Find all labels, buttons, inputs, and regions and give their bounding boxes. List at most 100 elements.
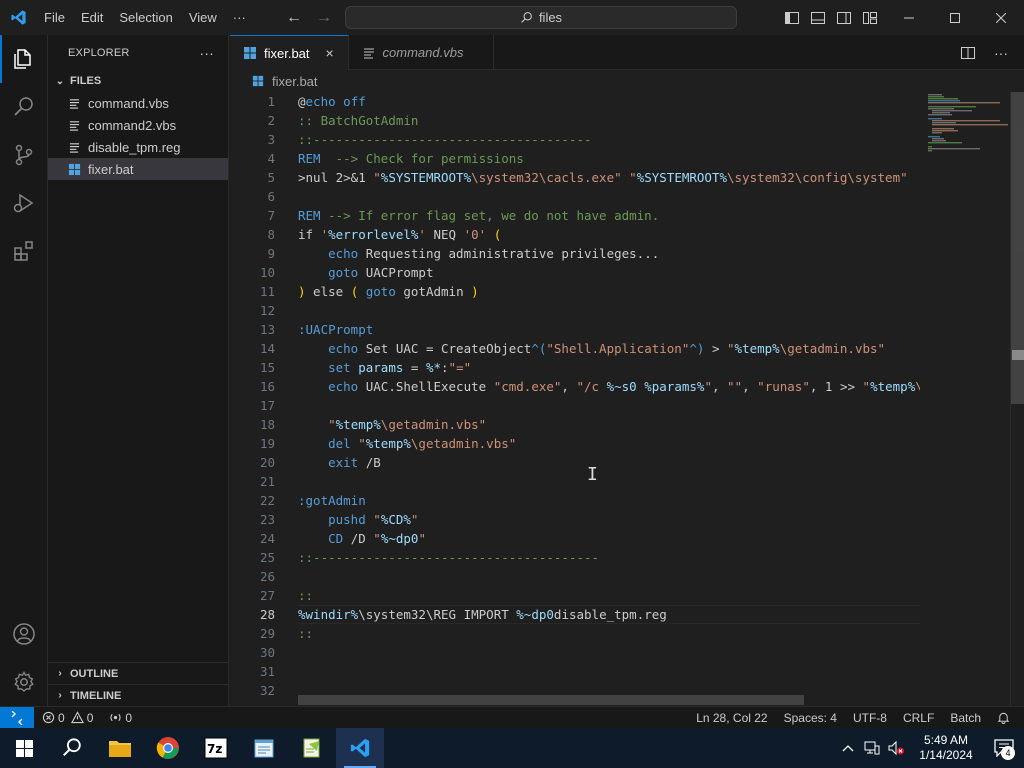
more-actions-icon[interactable]: ··· bbox=[994, 45, 1008, 61]
indentation[interactable]: Spaces: 4 bbox=[776, 711, 845, 725]
close-window-button[interactable] bbox=[978, 0, 1024, 35]
customize-layout-icon[interactable] bbox=[862, 10, 878, 26]
network-icon[interactable] bbox=[860, 728, 884, 768]
menu-selection[interactable]: Selection bbox=[111, 0, 180, 35]
code-line[interactable] bbox=[298, 662, 920, 681]
taskbar-search-button[interactable] bbox=[48, 728, 96, 768]
toggle-primary-sidebar-icon[interactable] bbox=[784, 10, 800, 26]
code-line[interactable]: REM --> If error flag set, we do not hav… bbox=[298, 206, 920, 225]
ports-icon bbox=[110, 713, 121, 722]
remote-indicator[interactable] bbox=[0, 706, 34, 729]
forward-arrow-icon[interactable]: → bbox=[316, 9, 332, 27]
horizontal-scrollbar-thumb[interactable] bbox=[298, 695, 804, 705]
tab-command-vbs[interactable]: command.vbs bbox=[349, 35, 495, 70]
code-line[interactable]: ::------------------------------------- bbox=[298, 130, 920, 149]
code-line[interactable] bbox=[298, 301, 920, 320]
close-tab-icon[interactable]: × bbox=[322, 45, 338, 61]
code-line[interactable]: >nul 2>&1 "%SYSTEMROOT%\system32\cacls.e… bbox=[298, 168, 920, 187]
code-line[interactable]: REM --> Check for permissions bbox=[298, 149, 920, 168]
outline-section-header[interactable]: › OUTLINE bbox=[48, 662, 228, 684]
search-activity[interactable] bbox=[0, 83, 48, 131]
vscode-taskbar[interactable] bbox=[336, 728, 384, 768]
ports-status[interactable]: 0 bbox=[101, 711, 140, 725]
chrome-taskbar[interactable] bbox=[144, 728, 192, 768]
minimize-button[interactable] bbox=[886, 0, 932, 35]
split-editor-icon[interactable] bbox=[960, 45, 976, 61]
code-line[interactable]: %windir%\system32\REG IMPORT %~dp0disabl… bbox=[298, 605, 920, 624]
code-line[interactable] bbox=[298, 472, 920, 491]
encoding[interactable]: UTF-8 bbox=[845, 711, 895, 725]
horizontal-scrollbar[interactable] bbox=[298, 695, 1010, 705]
action-center-button[interactable]: 4 bbox=[984, 728, 1024, 768]
code-line[interactable]: :: bbox=[298, 624, 920, 643]
code-line[interactable] bbox=[298, 396, 920, 415]
command-center-search[interactable]: files bbox=[345, 6, 737, 29]
code-line[interactable]: if '%errorlevel%' NEQ '0' ( bbox=[298, 225, 920, 244]
explorer-activity[interactable] bbox=[0, 35, 48, 83]
code-line[interactable]: :UACPrompt bbox=[298, 320, 920, 339]
file-item[interactable]: command2.vbs bbox=[48, 114, 228, 136]
show-hidden-icons-chevron-up-icon[interactable] bbox=[836, 728, 860, 768]
breadcrumb-file[interactable]: fixer.bat bbox=[272, 74, 318, 89]
menu-view[interactable]: View bbox=[181, 0, 225, 35]
code-line[interactable]: echo Requesting administrative privilege… bbox=[298, 244, 920, 263]
file-item[interactable]: command.vbs bbox=[48, 92, 228, 114]
line-ending[interactable]: CRLF bbox=[895, 711, 942, 725]
menu-edit[interactable]: Edit bbox=[73, 0, 111, 35]
notepadpp-taskbar[interactable] bbox=[288, 728, 336, 768]
start-button[interactable] bbox=[0, 728, 48, 768]
tab-fixer-bat[interactable]: fixer.bat × bbox=[230, 35, 349, 70]
code-line[interactable]: del "%temp%\getadmin.vbs" bbox=[298, 434, 920, 453]
code-line[interactable]: :: BatchGotAdmin bbox=[298, 111, 920, 130]
files-section-header[interactable]: ⌄ FILES bbox=[48, 70, 228, 92]
minimap[interactable] bbox=[920, 92, 1010, 706]
system-clock[interactable]: 5:49 AM 1/14/2024 bbox=[908, 733, 984, 763]
line-number: 30 bbox=[259, 645, 275, 660]
toggle-secondary-sidebar-icon[interactable] bbox=[836, 10, 852, 26]
accounts-activity[interactable] bbox=[0, 610, 48, 658]
code-line[interactable]: CD /D "%~dp0" bbox=[298, 529, 920, 548]
close-icon bbox=[996, 12, 1006, 23]
code-line[interactable]: set params = %*:"=" bbox=[298, 358, 920, 377]
code-token: echo bbox=[328, 246, 359, 261]
code-line[interactable]: :: bbox=[298, 586, 920, 605]
maximize-button[interactable] bbox=[932, 0, 978, 35]
extensions-activity[interactable] bbox=[0, 227, 48, 275]
menu-more[interactable]: ··· bbox=[225, 0, 254, 35]
timeline-section-header[interactable]: › TIMELINE bbox=[48, 684, 228, 706]
code-line[interactable]: echo UAC.ShellExecute "cmd.exe", "/c %~s… bbox=[298, 377, 920, 396]
file-item[interactable]: disable_tpm.reg bbox=[48, 136, 228, 158]
code-area[interactable]: @echo off:: BatchGotAdmin::-------------… bbox=[298, 92, 920, 706]
vertical-scrollbar[interactable] bbox=[1010, 92, 1024, 706]
language-mode[interactable]: Batch bbox=[942, 711, 989, 725]
toggle-panel-icon[interactable] bbox=[810, 10, 826, 26]
file-explorer-taskbar[interactable] bbox=[96, 728, 144, 768]
code-line[interactable]: exit /B bbox=[298, 453, 920, 472]
code-line[interactable] bbox=[298, 643, 920, 662]
notepad-taskbar[interactable] bbox=[240, 728, 288, 768]
reg-file-icon bbox=[66, 139, 82, 155]
code-line[interactable] bbox=[298, 187, 920, 206]
file-item[interactable]: fixer.bat bbox=[48, 158, 228, 180]
volume-muted-icon[interactable] bbox=[884, 728, 908, 768]
cursor-position[interactable]: Ln 28, Col 22 bbox=[688, 711, 775, 725]
code-line[interactable]: ) else ( goto gotAdmin ) bbox=[298, 282, 920, 301]
run-debug-activity[interactable] bbox=[0, 179, 48, 227]
code-line[interactable]: echo Set UAC = CreateObject^("Shell.Appl… bbox=[298, 339, 920, 358]
problems-status[interactable]: 0 0 bbox=[34, 711, 101, 725]
code-line[interactable]: :gotAdmin bbox=[298, 491, 920, 510]
menu-file[interactable]: File bbox=[36, 0, 73, 35]
code-line[interactable]: @echo off bbox=[298, 92, 920, 111]
code-line[interactable]: "%temp%\getadmin.vbs" bbox=[298, 415, 920, 434]
back-arrow-icon[interactable]: ← bbox=[286, 9, 302, 27]
code-line[interactable]: goto UACPrompt bbox=[298, 263, 920, 282]
code-editor[interactable]: 1 2 3 4 5 6 7 8 9 10 11 12 13 14 15 16 17 18 19 20 21 22 23 24 2… bbox=[230, 92, 1024, 706]
code-line[interactable] bbox=[298, 567, 920, 586]
notifications-status[interactable] bbox=[989, 711, 1018, 724]
source-control-activity[interactable] bbox=[0, 131, 48, 179]
manage-activity[interactable] bbox=[0, 658, 48, 706]
7zip-taskbar[interactable]: 7z bbox=[192, 728, 240, 768]
explorer-more-actions[interactable]: ··· bbox=[199, 45, 214, 61]
code-line[interactable]: ::-------------------------------------- bbox=[298, 548, 920, 567]
code-line[interactable]: pushd "%CD%" bbox=[298, 510, 920, 529]
